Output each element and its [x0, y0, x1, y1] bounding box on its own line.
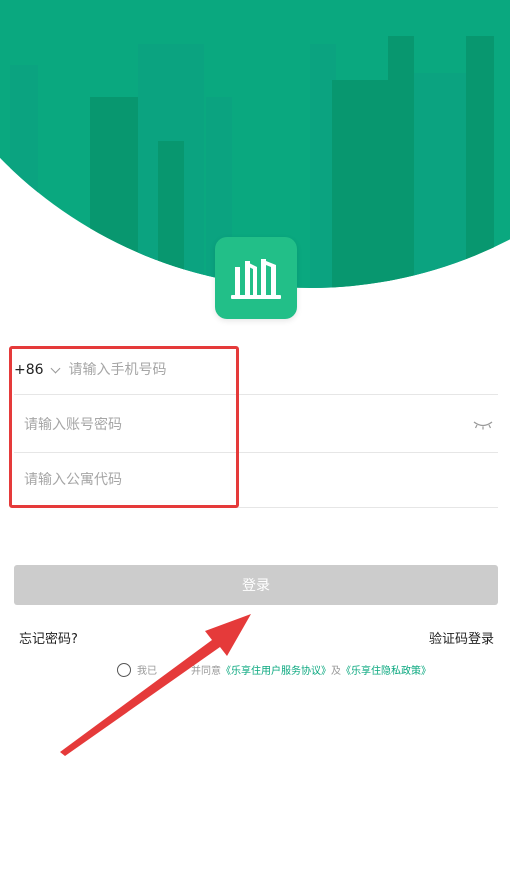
- agreement-prefix: 我已: [137, 666, 157, 677]
- login-button[interactable]: 登录: [14, 565, 498, 605]
- agree-checkbox[interactable]: [117, 662, 131, 677]
- obscured-text: [157, 665, 191, 675]
- eye-closed-icon[interactable]: [472, 418, 494, 432]
- agreement-middle: 并同意: [191, 666, 221, 677]
- country-code-label: +86: [14, 362, 44, 378]
- agreement-row: 我已 并同意 《乐享住用户服务协议》 及 《乐享住隐私政策》: [117, 662, 431, 677]
- country-code-selector[interactable]: +86: [14, 362, 60, 378]
- privacy-policy-link[interactable]: 《乐享住隐私政策》: [341, 662, 431, 677]
- building-icon: [231, 259, 281, 299]
- user-agreement-link[interactable]: 《乐享住用户服务协议》: [221, 662, 331, 677]
- apartment-code-row: [14, 453, 498, 508]
- password-input[interactable]: [24, 417, 472, 433]
- phone-input[interactable]: [68, 362, 498, 378]
- app-logo: [215, 237, 297, 319]
- password-row: [14, 398, 498, 453]
- phone-row: +86: [14, 346, 498, 395]
- apartment-code-input[interactable]: [24, 472, 498, 488]
- agreement-and: 及: [331, 666, 341, 677]
- sms-login-link[interactable]: 验证码登录: [429, 628, 494, 647]
- forgot-password-link[interactable]: 忘记密码?: [19, 628, 78, 647]
- chevron-down-icon: [50, 363, 60, 373]
